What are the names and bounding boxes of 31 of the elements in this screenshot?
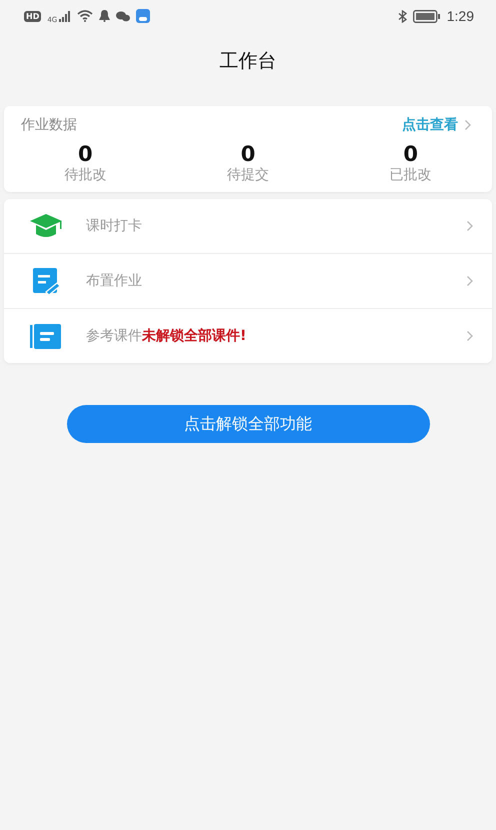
stat-label: 待批改 [64, 166, 106, 184]
stat-label: 已批改 [390, 166, 432, 184]
chevron-right-icon [466, 330, 474, 342]
view-link[interactable]: 点击查看 [402, 116, 472, 134]
chevron-right-icon [464, 119, 472, 131]
document-icon [28, 324, 64, 348]
stat-value: 0 [240, 142, 256, 166]
chat-icon [116, 10, 130, 22]
graduation-cap-icon [28, 213, 64, 239]
menu-item[interactable]: 课时打卡 [4, 199, 492, 254]
menu-label: 课时打卡 [86, 217, 143, 235]
menu-item[interactable]: 布置作业 [4, 254, 492, 309]
stat-value: 0 [78, 142, 93, 166]
menu-label: 参考课件未解锁全部课件! [86, 327, 248, 345]
bluetooth-icon [398, 10, 407, 22]
menu-label: 布置作业 [86, 272, 143, 290]
signal-icon [59, 10, 72, 22]
chevron-right-icon [466, 220, 474, 232]
unlock-button[interactable]: 点击解锁全部功能 [66, 405, 430, 443]
app-icon [136, 9, 150, 23]
clock-time: 1:29 [446, 8, 474, 24]
stat-value: 0 [403, 142, 418, 166]
hd-badge: HD [24, 10, 42, 22]
page-title: 工作台 [218, 49, 278, 74]
menu-item[interactable]: 参考课件未解锁全部课件! [4, 309, 492, 363]
stat-label: 待提交 [227, 166, 269, 184]
chevron-right-icon [466, 275, 474, 287]
battery-icon [412, 10, 441, 22]
card-title: 作业数据 [21, 116, 77, 134]
bell-icon [99, 10, 110, 22]
wifi-icon [77, 10, 94, 22]
